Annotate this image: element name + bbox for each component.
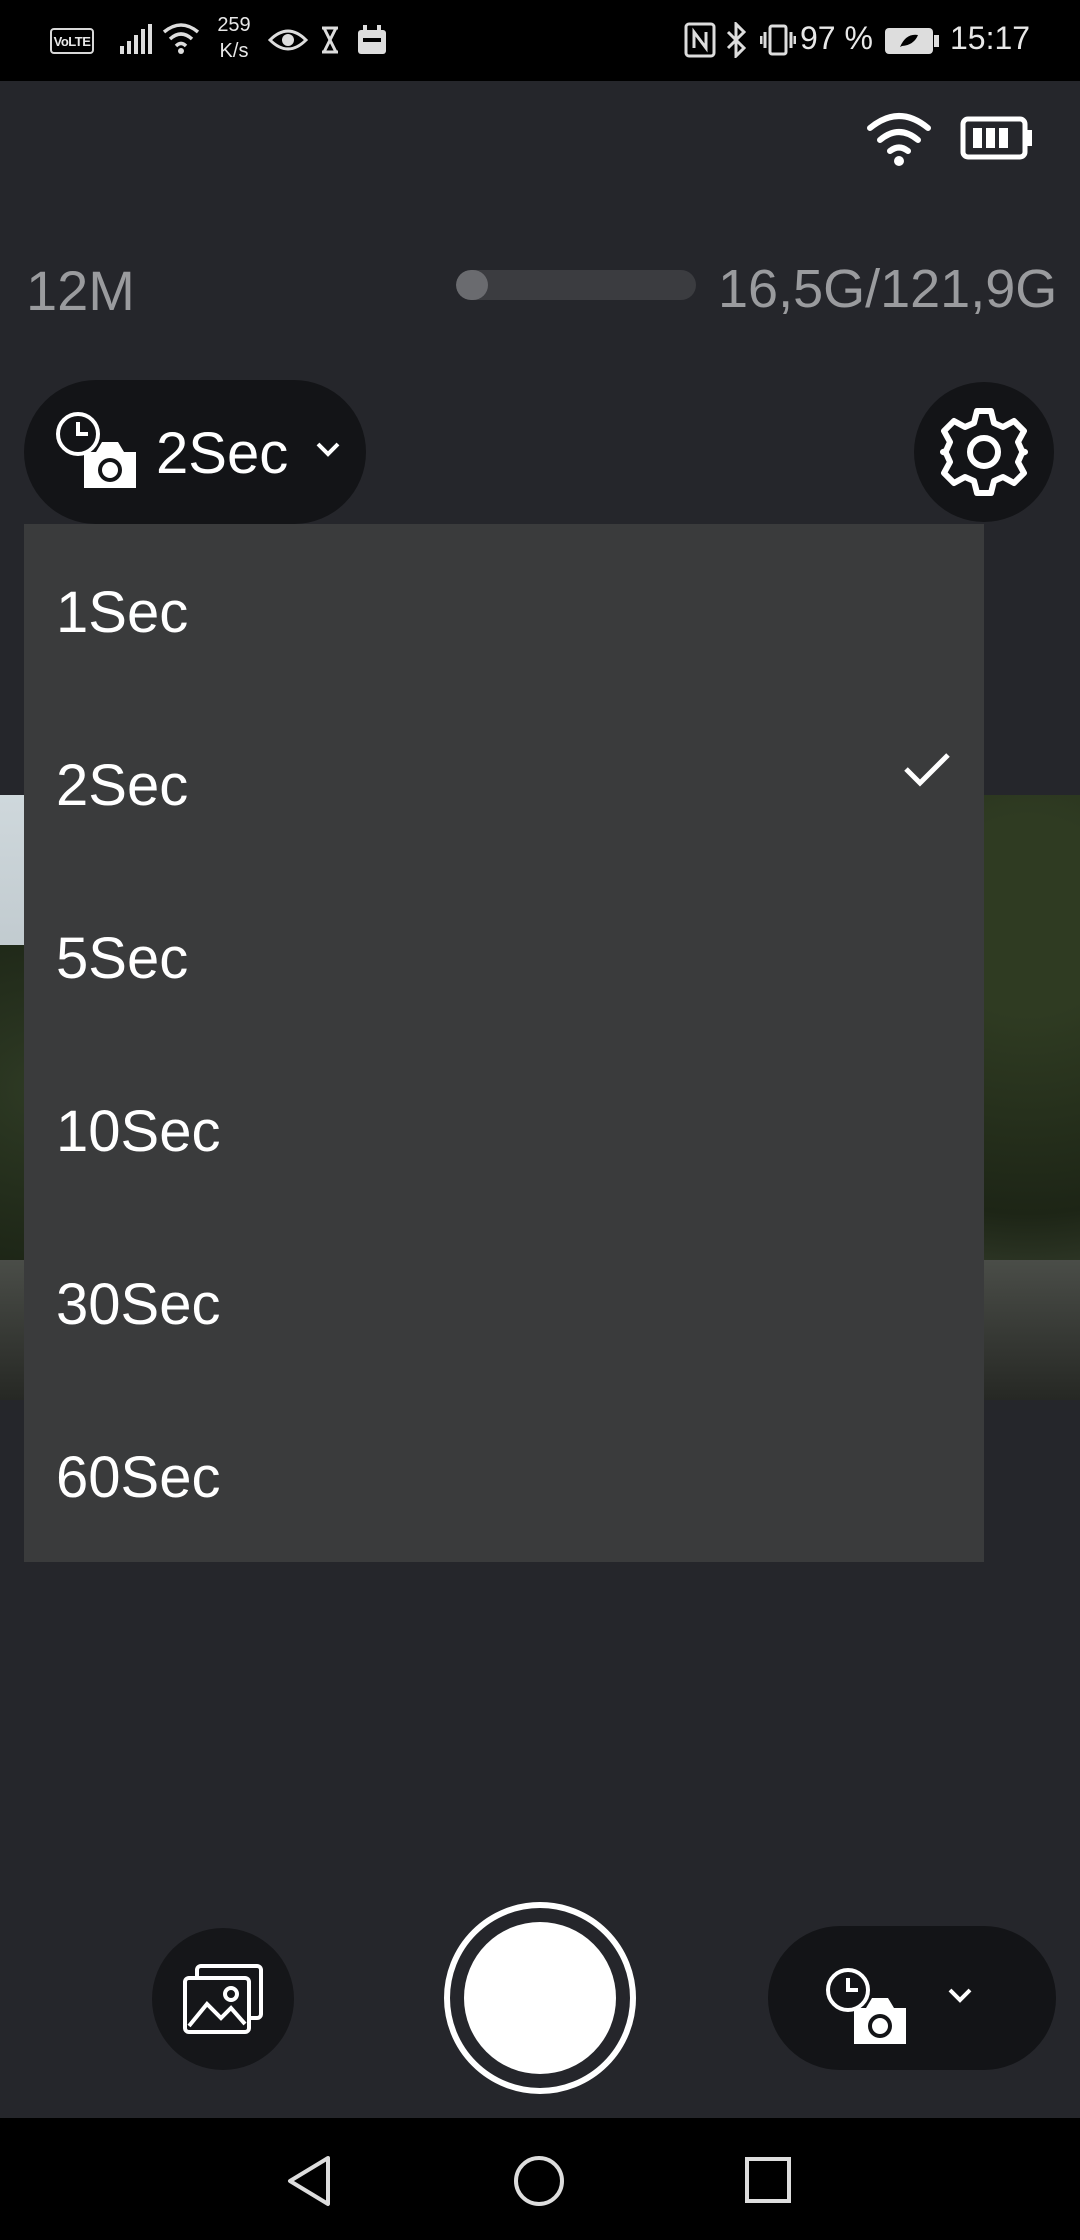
recent-apps-icon[interactable] [744,2156,792,2204]
calendar-icon [358,25,386,54]
eye-comfort-icon [268,29,308,51]
gallery-icon [183,1964,263,2034]
storage-text: 16,5G/121,9G [718,259,1058,319]
shutter-button[interactable] [444,1902,636,2094]
battery-saver-icon [885,28,939,54]
interval-option-30sec[interactable]: 30Sec [24,1216,984,1389]
interval-option-label: 2Sec [56,753,189,818]
capture-mode-button[interactable] [768,1926,1056,2070]
interval-option-1sec[interactable]: 1Sec [24,524,984,697]
gallery-button[interactable] [152,1928,294,2070]
nfc-icon [684,22,716,58]
resolution-label: 12M [26,259,135,322]
interval-option-label: 1Sec [56,580,189,645]
interval-option-label: 10Sec [56,1099,221,1164]
camera-battery-icon [960,116,1032,160]
interval-dropdown: 1Sec 2Sec 5Sec 10Sec 30Sec 60Sec [24,524,984,1562]
battery-percent: 97 % [800,20,873,56]
wifi-status-icon [162,23,200,54]
system-nav-bar [0,2118,1080,2240]
interval-option-label: 30Sec [56,1272,221,1337]
back-icon[interactable] [284,2154,334,2208]
camera-wifi-icon [867,113,931,166]
interval-option-2sec[interactable]: 2Sec [24,697,984,870]
cellular-signal-icon [120,24,152,54]
timelapse-camera-icon [826,1968,906,2044]
selected-interval-label: 2Sec [156,421,289,486]
network-speed: 259 K/s [217,14,251,62]
interval-option-label: 5Sec [56,926,189,991]
settings-button[interactable] [914,382,1054,522]
status-bar: VoLTE 259 K/s 97 % 15:17 [0,0,1080,81]
checkmark-icon [904,753,950,787]
bluetooth-icon [726,22,747,58]
hourglass-icon [322,26,338,54]
interval-option-60sec[interactable]: 60Sec [24,1389,984,1562]
interval-mode-selector[interactable]: 2Sec [24,380,366,524]
interval-option-label: 60Sec [56,1445,221,1510]
storage-progress-fill [456,270,489,300]
chevron-down-icon [316,442,340,457]
volte-badge: VoLTE [50,28,94,54]
shutter-inner [464,1922,616,2074]
vibrate-icon [760,24,796,56]
interval-option-10sec[interactable]: 10Sec [24,1043,984,1216]
chevron-down-icon [948,1988,972,2003]
interval-option-5sec[interactable]: 5Sec [24,870,984,1043]
timelapse-camera-icon [56,412,136,488]
gear-icon [940,408,1028,496]
home-icon[interactable] [512,2154,566,2208]
storage-progress-bar [456,270,696,300]
clock: 15:17 [950,20,1031,56]
